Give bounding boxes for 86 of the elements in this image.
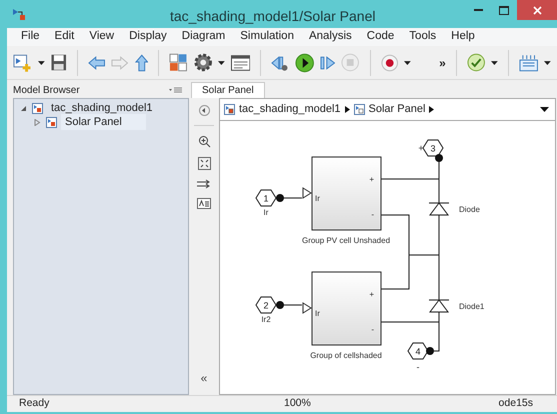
- diode-label: Diode: [459, 205, 480, 214]
- maximize-icon: [499, 6, 509, 14]
- toolbar-overflow[interactable]: »: [439, 54, 446, 72]
- block-label: Group of cellshaded: [310, 351, 382, 360]
- up-arrow-icon[interactable]: [134, 54, 148, 72]
- menu-item[interactable]: Display: [129, 28, 167, 46]
- menu-item[interactable]: Diagram: [182, 28, 226, 46]
- diode-icon[interactable]: [428, 299, 450, 312]
- solver-name: ode15s: [498, 396, 533, 412]
- port-label: +: [369, 175, 374, 184]
- port-dot-icon: [276, 301, 284, 309]
- model-icon: [32, 102, 43, 114]
- model-icon: [224, 104, 235, 115]
- zoom-level: 100%: [284, 396, 311, 412]
- model-icon: [46, 116, 57, 128]
- caret-icon[interactable]: [218, 60, 225, 64]
- caret-icon[interactable]: [38, 60, 46, 64]
- menu-item[interactable]: Simulation: [240, 28, 294, 46]
- panel-title: Model Browser: [13, 84, 80, 98]
- collapse-panel-button[interactable]: «: [200, 369, 208, 387]
- port-dot-icon: [426, 347, 434, 355]
- port-dot-icon: [435, 154, 443, 162]
- zoom-in-icon[interactable]: [198, 135, 210, 148]
- explorer-icon[interactable]: [230, 54, 250, 70]
- tree-item[interactable]: tac_shading_model1: [47, 100, 157, 116]
- port-label: +: [369, 290, 374, 299]
- inport-block: 1: [255, 190, 277, 206]
- app-icon: [12, 8, 26, 20]
- diode-label: Diode1: [459, 302, 484, 311]
- port-label: -: [416, 362, 420, 372]
- menu-item[interactable]: Help: [451, 28, 475, 46]
- breadcrumb-arrow-icon[interactable]: [429, 106, 434, 113]
- save-icon[interactable]: [51, 54, 67, 71]
- port-label: -: [371, 325, 374, 334]
- breadcrumb-item[interactable]: Solar Panel: [368, 101, 426, 118]
- new-model-icon[interactable]: [13, 52, 32, 72]
- breadcrumb-item[interactable]: tac_shading_model1: [239, 101, 341, 118]
- breadcrumb-arrow-icon[interactable]: [344, 106, 350, 113]
- connection-port-block: 3: [422, 140, 444, 156]
- status-text: Ready: [19, 396, 50, 412]
- tree-item[interactable]: Solar Panel: [61, 114, 146, 130]
- check-icon[interactable]: [466, 53, 486, 72]
- close-icon: [532, 6, 542, 14]
- fit-view-icon[interactable]: [198, 157, 210, 170]
- port-label: +: [418, 143, 424, 153]
- block-label: Group PV cell Unshaded: [302, 236, 390, 245]
- window-title: tac_shading_model1/Solar Panel: [170, 7, 376, 26]
- menu-item[interactable]: File: [21, 28, 40, 46]
- back-icon[interactable]: [198, 105, 210, 116]
- gear-icon[interactable]: [194, 53, 212, 72]
- menu-item[interactable]: Analysis: [308, 28, 352, 46]
- run-icon[interactable]: [294, 52, 314, 72]
- caret-icon[interactable]: [491, 60, 498, 64]
- step-back-icon[interactable]: [271, 54, 289, 72]
- menu-item[interactable]: Edit: [54, 28, 74, 46]
- caret-icon[interactable]: [544, 60, 552, 64]
- diode-icon[interactable]: [428, 202, 450, 216]
- keyboard-icon[interactable]: [518, 54, 538, 72]
- step-forward-icon[interactable]: [320, 54, 336, 70]
- collapsed-arrow-icon[interactable]: [34, 118, 42, 126]
- back-arrow-icon[interactable]: [88, 56, 106, 70]
- caret-icon[interactable]: [404, 60, 412, 64]
- route-arrows-icon[interactable]: [197, 179, 211, 189]
- annotation-icon[interactable]: [197, 198, 211, 209]
- connection-port-block: 4: [407, 342, 429, 360]
- model-icon: [354, 104, 365, 115]
- menu-item[interactable]: Tools: [409, 28, 436, 46]
- dropdown-arrow-icon[interactable]: [540, 107, 549, 112]
- expanded-arrow-icon[interactable]: [20, 104, 28, 112]
- menu-item[interactable]: View: [89, 28, 114, 46]
- inport-block: 2: [255, 296, 277, 314]
- subsystem-block[interactable]: [312, 272, 382, 346]
- port-dot-icon: [276, 194, 284, 202]
- library-browser-icon[interactable]: [169, 53, 188, 72]
- menu-item[interactable]: Code: [366, 28, 394, 46]
- tab[interactable]: Solar Panel: [191, 82, 265, 98]
- close-button[interactable]: [517, 0, 557, 20]
- port-label: -: [371, 210, 374, 219]
- port-label: Ir: [264, 208, 268, 217]
- port-label: Ir: [315, 309, 320, 318]
- port-label: Ir: [315, 194, 320, 203]
- port-label: Ir2: [261, 315, 271, 324]
- minimize-icon: [474, 9, 482, 11]
- subsystem-block[interactable]: [312, 156, 382, 230]
- panel-menu-icon[interactable]: [169, 87, 183, 93]
- record-icon[interactable]: [380, 54, 398, 72]
